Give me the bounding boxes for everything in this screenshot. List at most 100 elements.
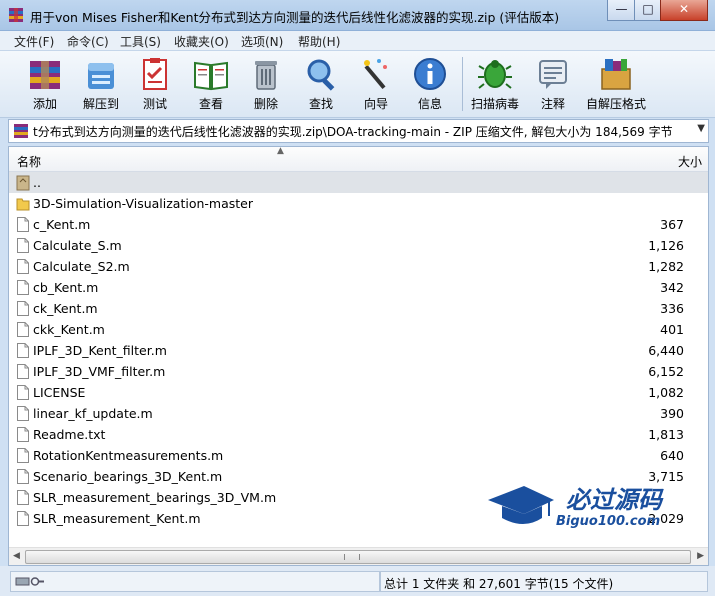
file-size: 336 [660, 301, 684, 316]
test-button[interactable]: 测试 [128, 53, 182, 113]
file-size: 6,440 [648, 343, 684, 358]
list-item[interactable]: c_Kent.m 367 [9, 214, 708, 235]
file-size: 1,126 [648, 238, 684, 253]
list-header: 名称 ▲ 大小 [9, 147, 708, 172]
comment-label: 注释 [540, 97, 565, 111]
address-bar[interactable]: t分布式到达方向测量的迭代后线性化滤波器的实现.zip\DOA-tracking… [8, 119, 709, 143]
menu-commands[interactable]: 命令(C) [67, 33, 109, 50]
minimize-icon: — [615, 2, 628, 16]
list-item[interactable]: Calculate_S.m 1,126 [9, 235, 708, 256]
close-button[interactable]: ✕ [660, 0, 708, 21]
minimize-button[interactable]: — [607, 0, 636, 21]
column-header-size[interactable]: 大小 [678, 153, 702, 170]
comment-button[interactable]: 注释 [526, 53, 580, 113]
menu-help[interactable]: 帮助(H) [298, 33, 340, 50]
file-icon [17, 469, 29, 484]
watermark-title: 必过源码 [566, 486, 662, 514]
column-header-name[interactable]: 名称 [17, 153, 41, 170]
file-size: 1,082 [648, 385, 684, 400]
winrar-app-icon[interactable] [8, 7, 24, 23]
file-size: 342 [660, 280, 684, 295]
folder-icon [16, 198, 30, 211]
add-archive-icon [30, 61, 60, 89]
file-size: 640 [660, 448, 684, 463]
file-name: ck_Kent.m [33, 301, 98, 316]
file-name: ckk_Kent.m [33, 322, 105, 337]
watermark: 必过源码 Biguo100.com [486, 480, 686, 536]
scrollbar-grip [344, 554, 360, 560]
info-button[interactable]: 信息 [403, 53, 457, 113]
menu-favorites[interactable]: 收藏夹(O) [174, 33, 229, 50]
file-name: RotationKentmeasurements.m [33, 448, 224, 463]
find-button[interactable]: 查找 [294, 53, 348, 113]
file-size: 401 [660, 322, 684, 337]
file-size: 1,282 [648, 259, 684, 274]
list-item[interactable]: Readme.txt 1,813 [9, 424, 708, 445]
view-icon [194, 61, 228, 91]
file-name: IPLF_3D_Kent_filter.m [33, 343, 167, 358]
file-name: LICENSE [33, 385, 86, 400]
file-name: 3D-Simulation-Visualization-master [33, 196, 253, 211]
extract-to-icon [88, 63, 114, 89]
file-icon [17, 280, 29, 295]
menu-tools[interactable]: 工具(S) [120, 33, 161, 50]
info-label: 信息 [417, 97, 442, 111]
scroll-right-icon[interactable]: ▶ [697, 551, 704, 561]
list-item[interactable]: ckk_Kent.m 401 [9, 319, 708, 340]
address-path: t分布式到达方向测量的迭代后线性化滤波器的实现.zip\DOA-tracking… [33, 125, 673, 139]
watermark-url: Biguo100.com [556, 514, 661, 529]
window-title: 用于von Mises Fisher和Kent分布式到达方向测量的迭代后线性化滤… [30, 10, 560, 25]
file-icon [17, 427, 29, 442]
file-size: 1,813 [648, 427, 684, 442]
maximize-button[interactable]: □ [634, 0, 662, 21]
sfx-button[interactable]: 自解压格式 [586, 53, 646, 113]
list-item[interactable]: ck_Kent.m 336 [9, 298, 708, 319]
sfx-icon [601, 59, 631, 90]
file-name: Scenario_bearings_3D_Kent.m [33, 469, 223, 484]
scrollbar-thumb[interactable] [25, 550, 691, 564]
file-name: IPLF_3D_VMF_filter.m [33, 364, 166, 379]
file-name: Calculate_S.m [33, 238, 122, 253]
list-item-parent[interactable]: .. [9, 172, 708, 193]
list-item[interactable]: LICENSE 1,082 [9, 382, 708, 403]
list-item[interactable]: Calculate_S2.m 1,282 [9, 256, 708, 277]
scroll-left-icon[interactable]: ◀ [13, 551, 20, 561]
sfx-label: 自解压格式 [585, 97, 646, 111]
file-name: Readme.txt [33, 427, 106, 442]
file-name: Calculate_S2.m [33, 259, 130, 274]
view-button[interactable]: 查看 [184, 53, 238, 113]
file-icon [17, 259, 29, 274]
delete-icon [255, 61, 277, 90]
file-icon [17, 322, 29, 337]
virus-scan-icon [478, 60, 512, 89]
add-button[interactable]: 添加 [18, 53, 72, 113]
title-bar: 用于von Mises Fisher和Kent分布式到达方向测量的迭代后线性化滤… [0, 0, 715, 31]
file-name: SLR_measurement_bearings_3D_VM.m [33, 490, 277, 505]
file-icon [17, 301, 29, 316]
address-dropdown-icon[interactable]: ▼ [697, 123, 705, 134]
delete-button[interactable]: 删除 [239, 53, 293, 113]
drive-key-icon [15, 577, 44, 586]
list-item[interactable]: 3D-Simulation-Visualization-master [9, 193, 708, 214]
list-item[interactable]: cb_Kent.m 342 [9, 277, 708, 298]
horizontal-scrollbar[interactable]: ◀ ▶ [9, 547, 708, 565]
find-icon [307, 59, 335, 91]
menu-options[interactable]: 选项(N) [241, 33, 283, 50]
file-name: SLR_measurement_Kent.m [33, 511, 201, 526]
archive-icon [14, 124, 28, 138]
file-icon [17, 238, 29, 253]
file-size: 367 [660, 217, 684, 232]
toolbar: 添加 解压到 测试 查看 删除 查找 向导 信息 扫描病毒 注释 自解压格式 [0, 50, 715, 118]
virus-scan-button[interactable]: 扫描病毒 [468, 53, 522, 113]
menu-file[interactable]: 文件(F) [14, 33, 54, 50]
file-icon [17, 343, 29, 358]
test-icon [143, 58, 167, 90]
wizard-icon [364, 59, 387, 90]
list-item[interactable]: linear_kf_update.m 390 [9, 403, 708, 424]
list-item[interactable]: RotationKentmeasurements.m 640 [9, 445, 708, 466]
status-total: 总计 1 文件夹 和 27,601 字节(15 个文件) [380, 571, 708, 592]
status-bar: 总计 1 文件夹 和 27,601 字节(15 个文件) [0, 566, 715, 596]
list-item[interactable]: IPLF_3D_Kent_filter.m 6,440 [9, 340, 708, 361]
list-item[interactable]: IPLF_3D_VMF_filter.m 6,152 [9, 361, 708, 382]
file-name: .. [33, 175, 41, 190]
